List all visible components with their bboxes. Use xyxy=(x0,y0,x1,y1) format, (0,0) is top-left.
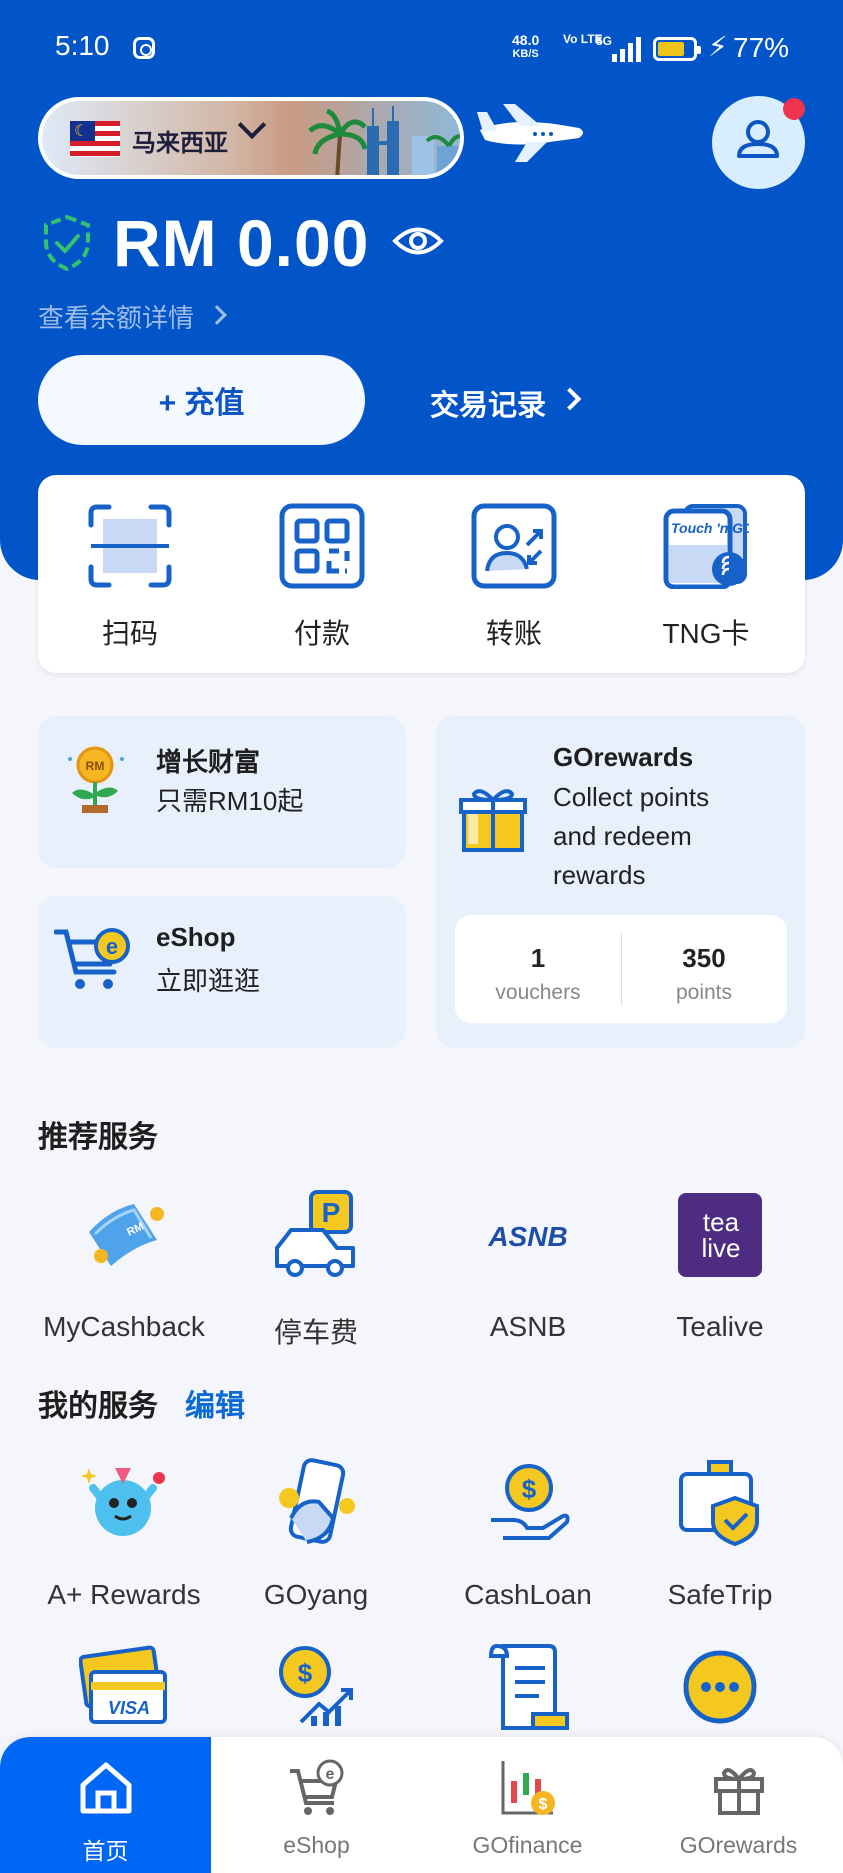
document-icon xyxy=(488,1643,569,1730)
invest-growth-icon: $ xyxy=(279,1646,353,1726)
signal-strength-icon xyxy=(612,36,642,62)
svg-text:Touch 'n GO: Touch 'n GO xyxy=(671,520,749,536)
points-label: points xyxy=(675,981,733,1004)
recommended-section-title: 推荐服务 xyxy=(38,1121,158,1154)
vouchers-count: 1 xyxy=(530,943,546,973)
scan-icon xyxy=(88,504,172,588)
service-mycashback[interactable]: RM MyCashback xyxy=(24,1190,224,1343)
instagram-notification-icon xyxy=(133,37,155,59)
transfer-action[interactable]: 转账 xyxy=(424,503,604,652)
qr-pay-icon xyxy=(279,503,365,589)
tealive-icon: tea live xyxy=(678,1193,762,1277)
svg-text:ASNB: ASNB xyxy=(487,1221,567,1252)
gift-box-icon xyxy=(459,789,527,852)
more-icon xyxy=(683,1650,757,1724)
service-a-plus-rewards[interactable]: A+ Rewards xyxy=(24,1458,224,1611)
eshop-subtitle: 立即逛逛 xyxy=(156,966,261,996)
gofinance-chart-icon: $ xyxy=(501,1761,555,1815)
service-more[interactable] xyxy=(620,1642,820,1737)
svg-text:RM: RM xyxy=(86,759,105,773)
parking-icon: P xyxy=(275,1190,355,1277)
my-services-section-title: 我的服务 xyxy=(38,1390,158,1423)
status-bar: 5:10 48.0 KB/S Vo LTE 5G ⚡ 77% xyxy=(0,0,843,100)
service-asnb[interactable]: ASNB ASNB xyxy=(428,1190,628,1343)
svg-text:e: e xyxy=(325,1766,334,1783)
network-type: 5G xyxy=(596,34,613,48)
airplane-icon xyxy=(477,104,583,162)
service-parking[interactable]: P 停车费 xyxy=(216,1190,416,1351)
vouchers-label: vouchers xyxy=(495,981,581,1004)
service-tealive[interactable]: tea live Tealive xyxy=(620,1190,820,1343)
city-skyline-icon xyxy=(367,106,460,175)
svg-text:$: $ xyxy=(538,1796,547,1813)
transaction-history-link[interactable]: 交易记录 xyxy=(430,382,546,424)
charging-icon: ⚡ xyxy=(708,31,728,62)
status-time: 5:10 xyxy=(55,30,110,61)
asnb-icon: ASNB xyxy=(487,1221,567,1252)
points-count: 350 xyxy=(682,943,726,973)
service-goyang[interactable]: GOyang xyxy=(216,1458,416,1611)
quick-actions-card: 扫码 付款 转账 Touch 'n GO TNG卡 xyxy=(38,475,805,673)
goyang-icon xyxy=(279,1458,355,1544)
cashloan-icon: $ xyxy=(491,1464,570,1540)
gorewards-subtitle-line2: and redeem xyxy=(553,821,692,851)
scan-action[interactable]: 扫码 xyxy=(40,503,220,652)
rewards-summary[interactable]: 1 vouchers 350 points xyxy=(455,915,787,1023)
svg-text:e: e xyxy=(106,934,118,959)
nav-home[interactable]: 首页 xyxy=(0,1737,211,1873)
battery-icon xyxy=(653,37,701,61)
nav-gofinance[interactable]: $ GOfinance xyxy=(422,1737,633,1873)
network-speed: 48.0 KB/S xyxy=(512,32,540,60)
eshop-cart-icon: e xyxy=(289,1759,343,1815)
notification-dot xyxy=(783,98,805,120)
balance-detail-link[interactable]: 查看余额详情 xyxy=(38,298,194,335)
service-investment[interactable]: $ xyxy=(216,1642,416,1737)
balance-amount: RM 0.00 xyxy=(113,206,370,280)
cashback-icon: RM xyxy=(89,1204,164,1266)
service-safetrip[interactable]: SafeTrip xyxy=(620,1458,820,1611)
service-document[interactable] xyxy=(428,1642,628,1737)
a-plus-rewards-icon xyxy=(81,1468,165,1536)
shield-check-icon xyxy=(44,214,90,272)
svg-text:VISA: VISA xyxy=(108,1698,150,1718)
eshop-cart-icon: e xyxy=(54,928,130,989)
country-selector[interactable]: 马来西亚 xyxy=(38,97,464,179)
battery-percent: 77% xyxy=(733,32,790,63)
profile-button[interactable] xyxy=(712,96,805,189)
gorewards-title: GOrewards xyxy=(553,742,694,772)
transfer-icon xyxy=(471,503,557,589)
eshop-card[interactable]: e eShop 立即逛逛 xyxy=(38,896,406,1048)
svg-text:live: live xyxy=(701,1233,740,1263)
chevron-down-icon xyxy=(237,110,267,140)
service-visa-card[interactable]: VISA xyxy=(24,1642,224,1737)
wealth-title: 增长财富 xyxy=(156,747,261,777)
topup-button[interactable]: + 充值 xyxy=(38,355,365,445)
wealth-subtitle: 只需RM10起 xyxy=(156,786,304,816)
bottom-navigation: 首页 e eShop $ GOfinance GOrewards xyxy=(0,1737,843,1873)
svg-text:P: P xyxy=(322,1197,341,1228)
gorewards-subtitle-line3: rewards xyxy=(553,860,646,890)
safetrip-icon xyxy=(679,1460,759,1547)
tng-card-action[interactable]: Touch 'n GO TNG卡 xyxy=(616,503,796,652)
svg-text:$: $ xyxy=(298,1658,313,1688)
country-label: 马来西亚 xyxy=(132,130,228,157)
eye-icon[interactable] xyxy=(392,218,444,264)
nav-gorewards[interactable]: GOrewards xyxy=(633,1737,843,1873)
service-cashloan[interactable]: $ CashLoan xyxy=(428,1458,628,1611)
visa-card-icon: VISA xyxy=(78,1645,167,1724)
svg-text:$: $ xyxy=(522,1474,537,1504)
tng-card-icon: Touch 'n GO xyxy=(663,504,754,590)
gift-icon xyxy=(713,1768,764,1815)
edit-services-link[interactable]: 编辑 xyxy=(185,1381,245,1425)
wealth-card[interactable]: RM 增长财富 只需RM10起 xyxy=(38,716,406,868)
money-plant-icon: RM xyxy=(68,746,124,813)
pay-action[interactable]: 付款 xyxy=(232,503,412,652)
malaysia-flag-icon xyxy=(70,121,120,157)
nav-eshop[interactable]: e eShop xyxy=(211,1737,422,1873)
home-icon xyxy=(80,1762,131,1814)
eshop-title: eShop xyxy=(156,922,236,952)
gorewards-subtitle-line1: Collect points xyxy=(553,782,710,812)
